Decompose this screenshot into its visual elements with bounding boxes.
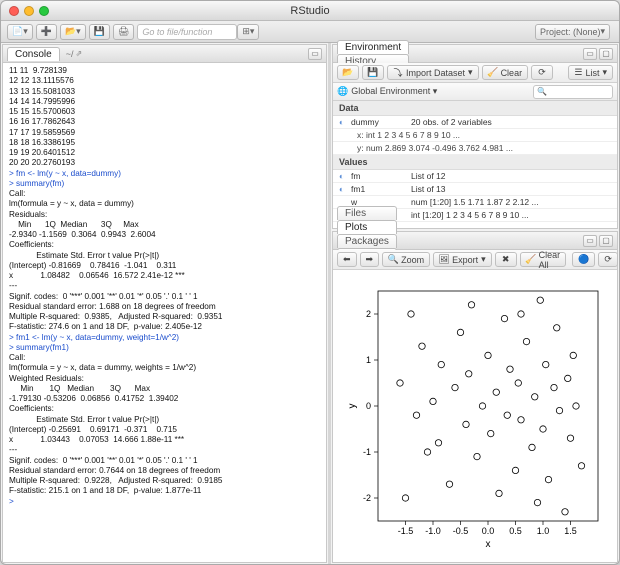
scatter-plot: -1.5 -1.0 -0.5 0.0 0.5 1.0 1.5 -2 -1 0 1 2 x y: [343, 281, 608, 551]
plots-toolbar: ⬅ ➡ 🔍Zoom 🖼Export ▾ ✖ 🧹Clear All 🔵 ⟳: [333, 250, 617, 270]
new-file-button[interactable]: 📄▾: [7, 24, 33, 40]
env-scope[interactable]: Global Environment ▾: [351, 86, 437, 97]
env-section: Values: [333, 155, 617, 170]
main-toolbar: 📄▾ ➕ 📂▾ 💾 🖨 Go to file/function ⊞▾ Proje…: [1, 21, 619, 43]
environment-header: EnvironmentHistory ▭ ▢: [333, 45, 617, 63]
plots-max-button[interactable]: ▢: [599, 235, 613, 247]
broom-icon: 🧹: [526, 255, 536, 265]
env-row[interactable]: ◐dummy20 obs. of 2 variables: [333, 116, 617, 129]
svg-text:y: y: [347, 404, 358, 409]
console-output[interactable]: 11 11 9.72813912 12 13.111557613 13 15.5…: [3, 63, 326, 562]
environment-scope-bar: 🌐 Global Environment ▾ 🔍: [333, 83, 617, 101]
svg-text:-1: -1: [362, 447, 370, 457]
env-section: Data: [333, 101, 617, 116]
titlebar[interactable]: RStudio: [1, 1, 619, 21]
save-workspace-button[interactable]: 💾: [362, 65, 384, 80]
goto-file-input[interactable]: Go to file/function: [137, 24, 237, 40]
env-max-button[interactable]: ▢: [599, 48, 613, 60]
plots-pane: FilesPlotsPackagesHelpViewer ▭ ▢ ⬅ ➡ 🔍Zo…: [332, 231, 618, 563]
refresh-plot-button[interactable]: ⟳: [598, 252, 618, 267]
clear-all-button[interactable]: 🧹Clear All: [520, 252, 567, 267]
zoom-button[interactable]: 🔍Zoom: [382, 252, 430, 267]
plot-prev-button[interactable]: ⬅: [337, 252, 357, 267]
svg-text:1.5: 1.5: [564, 526, 577, 536]
zoom-icon[interactable]: [39, 6, 49, 16]
remove-plot-button[interactable]: ✖: [495, 252, 517, 267]
env-min-button[interactable]: ▭: [583, 48, 597, 60]
export-button[interactable]: 🖼Export ▾: [433, 252, 492, 267]
print-button[interactable]: 🖨: [113, 24, 134, 40]
open-folder-icon: 📂: [343, 68, 353, 78]
broom-icon: 🧹: [488, 68, 498, 78]
svg-text:-1.5: -1.5: [397, 526, 413, 536]
arrow-left-icon: ⬅: [343, 254, 351, 265]
env-row[interactable]: ◐fmList of 12: [333, 170, 617, 183]
environment-toolbar: 📂 💾 ⤵Import Dataset ▾ 🧹Clear ⟳ ☰ List ▾: [333, 63, 617, 83]
new-project-button[interactable]: ➕: [36, 24, 57, 40]
export-icon: 🖼: [439, 255, 449, 265]
project-menu[interactable]: Project: (None) ▾: [535, 24, 610, 40]
refresh-icon: ⟳: [537, 68, 547, 78]
env-row[interactable]: ◐fm1List of 13: [333, 183, 617, 196]
clear-button[interactable]: 🧹Clear: [482, 65, 529, 80]
svg-text:1: 1: [365, 355, 370, 365]
plot-area: -1.5 -1.0 -0.5 0.0 0.5 1.0 1.5 -2 -1 0 1 2 x y: [333, 270, 617, 562]
svg-text:-2: -2: [362, 493, 370, 503]
svg-text:2: 2: [365, 309, 370, 319]
panes: Console ~/ ⇗ ▭ 11 11 9.72813912 12 13.11…: [1, 43, 619, 564]
env-search-input[interactable]: 🔍: [533, 85, 613, 99]
svg-text:-0.5: -0.5: [452, 526, 468, 536]
import-icon: ⤵: [393, 68, 403, 78]
tab-console[interactable]: Console: [7, 47, 60, 61]
traffic-lights: [9, 6, 49, 16]
rstudio-window: RStudio 📄▾ ➕ 📂▾ 💾 🖨 Go to file/function …: [0, 0, 620, 565]
refresh-button[interactable]: ⟳: [531, 65, 553, 80]
svg-text:0.0: 0.0: [481, 526, 494, 536]
tab-environment[interactable]: Environment: [337, 40, 409, 54]
plots-header: FilesPlotsPackagesHelpViewer ▭ ▢: [333, 232, 617, 250]
svg-text:0: 0: [365, 401, 370, 411]
save-button[interactable]: 💾: [89, 24, 110, 40]
close-icon[interactable]: [9, 6, 19, 16]
window-title: RStudio: [1, 5, 619, 17]
svg-text:0.5: 0.5: [509, 526, 522, 536]
console-pane: Console ~/ ⇗ ▭ 11 11 9.72813912 12 13.11…: [2, 44, 327, 563]
refresh-icon: ⟳: [604, 254, 612, 265]
r-icon: 🌐: [337, 86, 348, 97]
arrow-right-icon: ➡: [366, 254, 374, 265]
project-label: Project: (None): [540, 27, 601, 37]
svg-text:-1.0: -1.0: [425, 526, 441, 536]
zoom-icon: 🔍: [388, 255, 398, 265]
delete-icon: ✖: [501, 255, 511, 265]
addins-button[interactable]: ⊞▾: [237, 24, 259, 40]
env-subrow: y: num 2.869 3.074 -0.496 3.762 4.981 ..…: [333, 142, 617, 155]
console-path: ~/: [66, 49, 74, 59]
import-dataset-button[interactable]: ⤵Import Dataset ▾: [387, 65, 479, 80]
publish-icon: 🔵: [578, 254, 589, 265]
view-mode-button[interactable]: ☰ List ▾: [568, 65, 613, 80]
console-path-icon[interactable]: ⇗: [75, 49, 82, 58]
open-file-button[interactable]: 📂▾: [60, 24, 86, 40]
save-icon: 💾: [368, 68, 378, 78]
minimize-icon[interactable]: [24, 6, 34, 16]
env-subrow: x: int 1 2 3 4 5 6 7 8 9 10 ...: [333, 129, 617, 142]
load-workspace-button[interactable]: 📂: [337, 65, 359, 80]
tab-packages[interactable]: Packages: [337, 234, 397, 248]
tab-files[interactable]: Files: [337, 206, 397, 220]
svg-text:1.0: 1.0: [536, 526, 549, 536]
plot-next-button[interactable]: ➡: [360, 252, 380, 267]
publish-button[interactable]: 🔵: [572, 252, 595, 267]
console-header: Console ~/ ⇗ ▭: [3, 45, 326, 63]
tab-plots[interactable]: Plots: [337, 220, 397, 234]
plots-min-button[interactable]: ▭: [583, 235, 597, 247]
console-min-button[interactable]: ▭: [308, 48, 322, 60]
environment-pane: EnvironmentHistory ▭ ▢ 📂 💾 ⤵Import Datas…: [332, 44, 618, 229]
svg-text:x: x: [485, 539, 490, 550]
